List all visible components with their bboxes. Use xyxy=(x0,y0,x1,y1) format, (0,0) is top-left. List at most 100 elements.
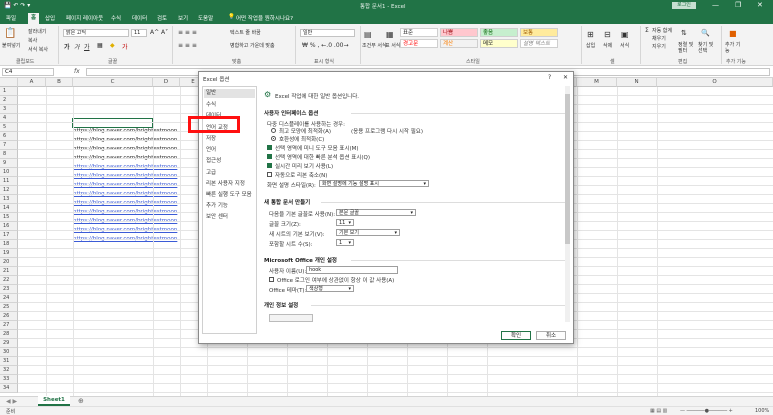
privacy-settings-button[interactable] xyxy=(269,314,313,322)
column-header[interactable]: M xyxy=(577,78,617,87)
delete-cells-button[interactable]: 삭제 xyxy=(603,42,612,49)
sheet-tab[interactable]: Sheet1 xyxy=(38,396,70,406)
row-header[interactable]: 34 xyxy=(0,384,18,393)
nav-accessibility[interactable]: 접근성 xyxy=(206,156,221,164)
style-neutral[interactable]: 보통 xyxy=(520,28,558,37)
tab-home[interactable]: 홈 xyxy=(28,13,40,24)
cancel-button[interactable]: 취소 xyxy=(536,331,566,340)
ok-button[interactable]: 확인 xyxy=(501,331,531,340)
nav-save[interactable]: 저장 xyxy=(206,134,216,142)
row-header[interactable]: 29 xyxy=(0,339,18,348)
close-icon[interactable]: ✕ xyxy=(757,1,763,9)
quick-access-toolbar[interactable]: 💾 ↶ ↷ ▾ xyxy=(4,2,30,9)
cut-button[interactable]: 잘라내기 xyxy=(28,28,46,35)
tab-formulas[interactable]: 수식 xyxy=(111,14,121,22)
row-header[interactable]: 31 xyxy=(0,357,18,366)
view-mode-icons[interactable]: ▦ ▤ ▥ xyxy=(650,408,667,414)
nav-trust-center[interactable]: 보안 센터 xyxy=(206,212,228,220)
style-good[interactable]: 좋음 xyxy=(480,28,518,37)
mini-toolbar-label[interactable]: 선택 영역에 미니 도구 모음 표시(M) xyxy=(275,144,359,152)
style-memo[interactable]: 메모 xyxy=(480,39,518,48)
row-header[interactable]: 21 xyxy=(0,267,18,276)
nav-add-ins[interactable]: 추가 기능 xyxy=(206,201,228,209)
row-header[interactable]: 12 xyxy=(0,186,18,195)
font-color-icon[interactable]: 가 xyxy=(122,42,128,51)
tell-me-search[interactable]: 어떤 작업을 원하시나요? xyxy=(236,14,293,22)
insert-cells-button[interactable]: 삽입 xyxy=(586,42,595,49)
wrap-text-button[interactable]: 텍스트 줄 바꿈 xyxy=(230,29,261,36)
row-header[interactable]: 13 xyxy=(0,195,18,204)
conditional-format-icon[interactable]: ▤ xyxy=(364,30,372,39)
row-header[interactable]: 15 xyxy=(0,213,18,222)
maximize-icon[interactable]: ❐ xyxy=(735,1,741,9)
options-scrollbar[interactable] xyxy=(565,86,570,322)
bold-icon[interactable]: 가 xyxy=(64,42,70,51)
row-header[interactable]: 22 xyxy=(0,276,18,285)
style-explanatory[interactable]: 설명 텍스트 xyxy=(520,39,558,48)
name-box[interactable]: C4 xyxy=(2,68,54,76)
optimize-compat-label[interactable]: 호환성에 최적화(C) xyxy=(279,135,324,143)
help-icon[interactable]: ? xyxy=(548,74,551,81)
underline-icon[interactable]: 가 xyxy=(84,42,90,51)
delete-cells-icon[interactable]: ⊟ xyxy=(604,30,611,39)
row-header[interactable]: 27 xyxy=(0,321,18,330)
tab-view[interactable]: 보기 xyxy=(178,14,188,22)
format-table-button[interactable]: 표 서식 xyxy=(385,42,400,49)
row-header[interactable]: 32 xyxy=(0,366,18,375)
quick-analysis-checkbox[interactable] xyxy=(267,154,272,159)
paste-icon[interactable]: 📋 xyxy=(4,28,16,39)
conditional-format-button[interactable]: 조건부 서식 xyxy=(362,42,387,49)
tab-page-layout[interactable]: 페이지 레이아웃 xyxy=(66,14,103,22)
username-input[interactable]: hook xyxy=(306,266,398,274)
tab-insert[interactable]: 삽입 xyxy=(45,14,55,22)
row-header[interactable]: 6 xyxy=(0,132,18,141)
row-header[interactable]: 16 xyxy=(0,222,18,231)
format-cells-icon[interactable]: ▣ xyxy=(621,30,629,39)
column-header[interactable]: B xyxy=(46,78,73,87)
row-header[interactable]: 2 xyxy=(0,96,18,105)
row-header[interactable]: 24 xyxy=(0,294,18,303)
row-header[interactable]: 26 xyxy=(0,312,18,321)
row-header[interactable]: 3 xyxy=(0,105,18,114)
paste-button[interactable]: 붙여넣기 xyxy=(2,42,20,49)
zoom-level[interactable]: 100% xyxy=(755,408,769,414)
nav-advanced[interactable]: 고급 xyxy=(206,168,216,176)
format-cells-button[interactable]: 서식 xyxy=(620,42,629,49)
tab-review[interactable]: 검토 xyxy=(157,14,167,22)
prev-sheet-icon[interactable]: ◀ ▶ xyxy=(6,398,17,405)
column-header[interactable]: A xyxy=(18,78,46,87)
font-grow-icon[interactable]: A^ A˅ xyxy=(150,29,168,36)
format-table-icon[interactable]: ▦ xyxy=(386,30,394,39)
nav-general[interactable]: 일반 xyxy=(204,89,255,98)
style-bad[interactable]: 나쁨 xyxy=(440,28,478,37)
office-theme-select[interactable]: 색상형 xyxy=(306,285,354,292)
row-header[interactable]: 23 xyxy=(0,285,18,294)
live-preview-label[interactable]: 실시간 미리 보기 사용(L) xyxy=(275,162,333,170)
row-header[interactable]: 19 xyxy=(0,249,18,258)
nav-formulas[interactable]: 수식 xyxy=(206,100,216,108)
row-header[interactable]: 5 xyxy=(0,123,18,132)
sort-filter-button[interactable]: 정렬 및 필터 xyxy=(678,42,696,54)
tab-file[interactable]: 파일 xyxy=(6,14,16,22)
always-use-checkbox[interactable] xyxy=(269,277,274,282)
mini-toolbar-checkbox[interactable] xyxy=(267,145,272,150)
autosum-icon[interactable]: Σ xyxy=(645,27,649,34)
nav-customize-ribbon[interactable]: 리본 사용자 지정 xyxy=(206,179,245,187)
collapse-ribbon-label[interactable]: 자동으로 리본 축소(N) xyxy=(275,171,327,179)
font-name-select[interactable]: 맑은 고딕 xyxy=(63,29,129,37)
add-ins-icon[interactable]: ■ xyxy=(729,29,737,38)
find-select-icon[interactable]: 🔍 xyxy=(701,29,710,37)
nav-language[interactable]: 언어 xyxy=(206,145,216,153)
merge-center-button[interactable]: 병합하고 가운데 맞춤 xyxy=(230,42,275,49)
row-header[interactable]: 28 xyxy=(0,330,18,339)
sheet-count-spinner[interactable]: 1 xyxy=(336,239,354,246)
tab-help[interactable]: 도움말 xyxy=(198,14,213,22)
zoom-slider[interactable]: — ──────●────── + xyxy=(680,408,733,414)
row-header[interactable]: 25 xyxy=(0,303,18,312)
optimize-appearance-label[interactable]: 최고 모양에 최적화(A) xyxy=(279,127,331,135)
tab-data[interactable]: 데이터 xyxy=(132,14,147,22)
row-header[interactable]: 1 xyxy=(0,87,18,96)
optimize-compat-radio[interactable] xyxy=(271,136,276,141)
currency-icon[interactable]: ₩ % , ←.0 .00→ xyxy=(302,42,349,49)
row-header[interactable]: 20 xyxy=(0,258,18,267)
